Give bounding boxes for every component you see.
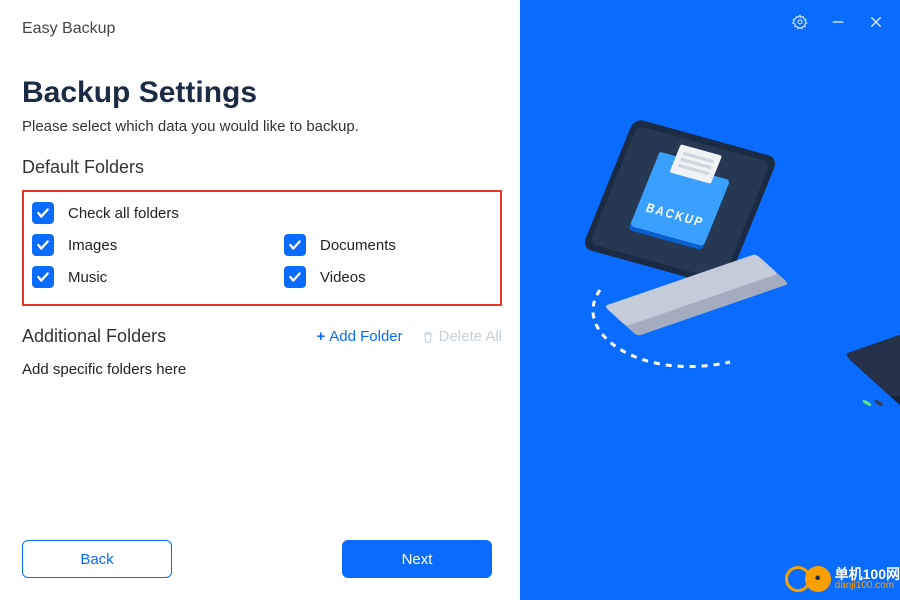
app-window: Easy Backup Backup Settings Please selec… bbox=[0, 0, 900, 600]
checkbox-check-all[interactable] bbox=[32, 202, 54, 224]
drive-led-icon bbox=[861, 400, 874, 406]
next-button-label: Next bbox=[402, 551, 433, 568]
default-folders-label: Default Folders bbox=[22, 157, 502, 178]
right-pane: BACKUP + • 单机 bbox=[520, 0, 900, 600]
folder-row-videos: Videos bbox=[262, 266, 492, 288]
folder-label: BACKUP bbox=[635, 198, 714, 232]
additional-folders-label: Additional Folders bbox=[22, 326, 166, 347]
trash-icon bbox=[421, 329, 435, 345]
flex-spacer bbox=[22, 378, 502, 540]
additional-placeholder-text: Add specific folders here bbox=[22, 361, 502, 378]
next-button[interactable]: Next bbox=[342, 540, 492, 578]
watermark-cn: 单机100网 bbox=[835, 567, 900, 581]
page-title: Backup Settings bbox=[22, 76, 502, 110]
watermark-logo-icon: + • bbox=[785, 566, 831, 592]
check-icon bbox=[288, 270, 302, 284]
add-folder-label: Add Folder bbox=[329, 328, 402, 345]
check-icon bbox=[36, 238, 50, 252]
minimize-icon bbox=[830, 14, 846, 30]
watermark-url: danji100.com bbox=[835, 581, 900, 591]
check-icon bbox=[36, 206, 50, 220]
checkbox-label-music[interactable]: Music bbox=[68, 269, 107, 286]
additional-actions: + Add Folder Delete All bbox=[316, 328, 502, 345]
folder-row-images: Images bbox=[32, 234, 262, 256]
folder-row-music: Music bbox=[32, 266, 262, 288]
paper-icon bbox=[669, 144, 722, 183]
checkbox-images[interactable] bbox=[32, 234, 54, 256]
cable-illustration bbox=[580, 282, 800, 402]
watermark: + • 单机100网 danji100.com bbox=[785, 566, 900, 592]
checkbox-videos[interactable] bbox=[284, 266, 306, 288]
left-pane: Easy Backup Backup Settings Please selec… bbox=[0, 0, 520, 600]
minimize-button[interactable] bbox=[830, 14, 846, 30]
default-folders-grid: Check all folders Images Documents bbox=[32, 202, 492, 298]
app-title: Easy Backup bbox=[22, 20, 502, 38]
close-icon bbox=[868, 14, 884, 30]
window-controls bbox=[792, 14, 884, 30]
delete-all-button: Delete All bbox=[421, 328, 502, 345]
watermark-circle-plus: + bbox=[785, 566, 811, 592]
additional-folders-header: Additional Folders + Add Folder Delete A… bbox=[22, 326, 502, 347]
back-button[interactable]: Back bbox=[22, 540, 172, 578]
cable-path-icon bbox=[580, 282, 800, 402]
plus-icon: + bbox=[316, 328, 325, 345]
checkbox-music[interactable] bbox=[32, 266, 54, 288]
gear-icon bbox=[792, 14, 808, 30]
default-folders-highlight: Check all folders Images Documents bbox=[22, 190, 502, 306]
checkbox-documents[interactable] bbox=[284, 234, 306, 256]
backup-illustration: BACKUP bbox=[540, 108, 880, 468]
checkbox-label-check-all[interactable]: Check all folders bbox=[68, 205, 179, 222]
delete-all-label: Delete All bbox=[439, 328, 502, 345]
backup-folder-icon: BACKUP bbox=[630, 160, 730, 246]
settings-button[interactable] bbox=[792, 14, 808, 30]
folder-row-check-all: Check all folders bbox=[32, 202, 492, 224]
watermark-text: 单机100网 danji100.com bbox=[835, 567, 900, 591]
checkbox-label-images[interactable]: Images bbox=[68, 237, 117, 254]
folder-row-documents: Documents bbox=[262, 234, 492, 256]
check-icon bbox=[36, 270, 50, 284]
close-button[interactable] bbox=[868, 14, 884, 30]
nav-buttons: Back Next bbox=[22, 540, 502, 578]
page-subtitle: Please select which data you would like … bbox=[22, 118, 502, 135]
check-icon bbox=[288, 238, 302, 252]
back-button-label: Back bbox=[80, 551, 113, 568]
checkbox-label-documents[interactable]: Documents bbox=[320, 237, 396, 254]
checkbox-label-videos[interactable]: Videos bbox=[320, 269, 366, 286]
drive-body bbox=[844, 322, 900, 398]
add-folder-button[interactable]: + Add Folder bbox=[316, 328, 402, 345]
